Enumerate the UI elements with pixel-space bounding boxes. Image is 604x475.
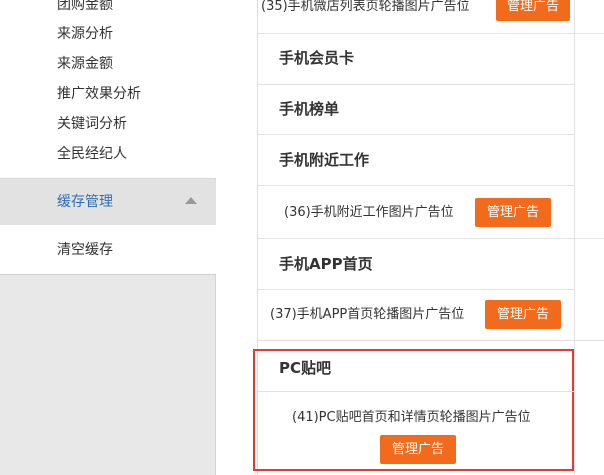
sidebar-submenu: 清空缓存 xyxy=(0,225,216,275)
sidebar-menu-top: 团购金额 来源分析 来源金额 推广效果分析 关键词分析 全民经纪人 xyxy=(0,0,216,179)
section-title-member-card: 手机会员卡 xyxy=(279,49,355,67)
divider xyxy=(258,134,574,135)
manage-ad-button-35[interactable]: 管理广告 xyxy=(496,0,570,21)
section-title-app-home: 手机APP首页 xyxy=(279,255,373,273)
manage-ad-button-41[interactable]: 管理广告 xyxy=(380,435,456,464)
divider xyxy=(258,289,574,290)
sidebar-item-clear-cache[interactable]: 清空缓存 xyxy=(57,241,113,259)
sidebar-item-promotion-analysis[interactable]: 推广效果分析 xyxy=(57,85,141,103)
divider xyxy=(258,84,574,85)
ad-slot-37-label: (37)手机APP首页轮播图片广告位 xyxy=(270,307,465,322)
section-title-nearby-jobs: 手机附近工作 xyxy=(279,151,370,169)
sidebar: 团购金额 来源分析 来源金额 推广效果分析 关键词分析 全民经纪人 缓存管理 清… xyxy=(0,0,216,475)
section-title-pc-tieba: PC贴吧 xyxy=(279,359,332,377)
collapse-triangle-icon[interactable] xyxy=(185,197,197,204)
divider xyxy=(258,33,604,34)
ad-slot-41-label: (41)PC贴吧首页和详情页轮播图片广告位 xyxy=(292,410,531,425)
sidebar-group-label: 缓存管理 xyxy=(57,194,113,210)
manage-ad-button-36[interactable]: 管理广告 xyxy=(475,198,551,227)
sidebar-item-source-amount[interactable]: 来源金额 xyxy=(57,55,113,73)
sidebar-item-keyword-analysis[interactable]: 关键词分析 xyxy=(57,115,127,133)
ad-slot-36-label: (36)手机附近工作图片广告位 xyxy=(284,205,454,220)
manage-ad-button-37[interactable]: 管理广告 xyxy=(485,300,561,329)
divider xyxy=(258,391,574,392)
divider xyxy=(258,238,604,239)
divider xyxy=(258,185,574,186)
sidebar-item-group-buy-amount[interactable]: 团购金额 xyxy=(57,0,113,14)
sidebar-item-all-agents[interactable]: 全民经纪人 xyxy=(57,145,127,163)
sidebar-group-cache-management[interactable]: 缓存管理 xyxy=(0,180,216,225)
ad-slot-35-label: (35)手机微店列表页轮播图片广告位 xyxy=(261,0,470,14)
divider xyxy=(258,340,604,341)
section-title-ranking: 手机榜单 xyxy=(279,100,340,118)
sidebar-item-source-analysis[interactable]: 来源分析 xyxy=(57,25,113,43)
